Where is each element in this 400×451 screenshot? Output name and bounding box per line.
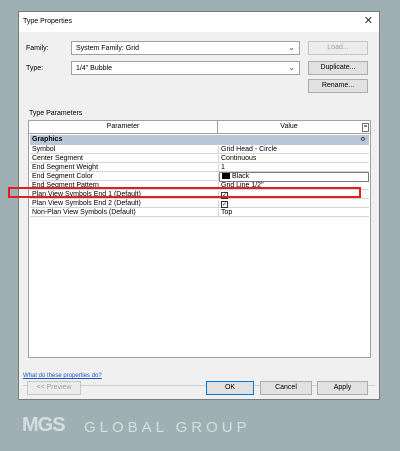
load-button[interactable]: Load... <box>308 41 368 55</box>
family-label: Family: <box>26 45 49 52</box>
preview-button[interactable]: << Preview <box>27 381 81 395</box>
table-row[interactable]: Plan View Symbols End 2 (Default) ✓ <box>30 200 369 208</box>
parameter-value[interactable]: Continuous <box>218 155 369 163</box>
family-dropdown[interactable]: System Family: Grid ⌄ <box>71 41 300 55</box>
column-equals-button[interactable]: = <box>362 123 369 132</box>
parameter-value: ✓ <box>218 200 369 208</box>
cancel-button[interactable]: Cancel <box>260 381 312 395</box>
parameter-value[interactable]: Grid Head - Circle <box>218 146 369 154</box>
parameter-value[interactable]: 1 <box>218 164 369 172</box>
group-label: Graphics <box>32 136 63 143</box>
column-parameter[interactable]: Parameter <box>29 123 217 130</box>
parameter-name: Plan View Symbols End 2 (Default) <box>32 200 141 207</box>
watermark-text: GLOBAL GROUP <box>84 419 251 436</box>
ok-button[interactable]: OK <box>206 381 254 395</box>
parameter-value-color[interactable]: Black <box>218 172 369 182</box>
parameter-name: Center Segment <box>32 155 83 162</box>
family-value: System Family: Grid <box>76 45 140 52</box>
duplicate-button[interactable]: Duplicate... <box>308 61 368 75</box>
table-row[interactable]: Center Segment Continuous <box>30 155 369 163</box>
checkbox-end-2[interactable]: ✓ <box>221 201 228 208</box>
color-picker-button[interactable]: Black <box>219 172 369 182</box>
table-row[interactable]: Non-Plan View Symbols (Default) Top <box>30 209 369 217</box>
color-name: Black <box>232 173 250 180</box>
type-dropdown[interactable]: 1/4" Bubble ⌄ <box>71 61 300 75</box>
apply-button[interactable]: Apply <box>317 381 368 395</box>
color-swatch <box>222 173 230 179</box>
parameter-value[interactable]: Top <box>218 209 369 217</box>
parameter-name: End Segment Weight <box>32 164 99 171</box>
type-parameters-label: Type Parameters <box>29 110 83 117</box>
table-row[interactable]: End Segment Weight 1 <box>30 164 369 172</box>
watermark-logo: MGS <box>22 414 66 436</box>
group-graphics[interactable]: Graphics ≎ <box>30 135 369 145</box>
table-row[interactable]: Symbol Grid Head - Circle <box>30 146 369 154</box>
parameters-grid[interactable]: Parameter Value = Graphics ≎ Symbol Grid… <box>28 120 371 358</box>
dialog-title: Type Properties <box>23 18 73 25</box>
chevron-down-icon: ⌄ <box>288 43 295 52</box>
type-label: Type: <box>26 65 44 72</box>
type-value: 1/4" Bubble <box>76 65 112 72</box>
type-properties-dialog: Type Properties ✕ Family: System Family:… <box>18 11 380 400</box>
annotation-highlight-box <box>8 187 361 198</box>
grid-header: Parameter Value = <box>29 121 370 134</box>
parameter-name: End Segment Color <box>32 173 94 180</box>
help-link[interactable]: What do these properties do? <box>23 373 102 379</box>
parameter-name: Non-Plan View Symbols (Default) <box>32 209 136 216</box>
close-icon[interactable]: ✕ <box>364 14 373 27</box>
column-value[interactable]: Value <box>218 123 360 130</box>
collapse-icon[interactable]: ≎ <box>360 135 366 143</box>
parameter-name: Symbol <box>32 146 56 153</box>
table-row[interactable]: End Segment Color Black <box>30 172 369 182</box>
rename-button[interactable]: Rename... <box>308 79 368 93</box>
dialog-titlebar: Type Properties ✕ <box>19 12 379 32</box>
chevron-down-icon: ⌄ <box>288 63 295 72</box>
